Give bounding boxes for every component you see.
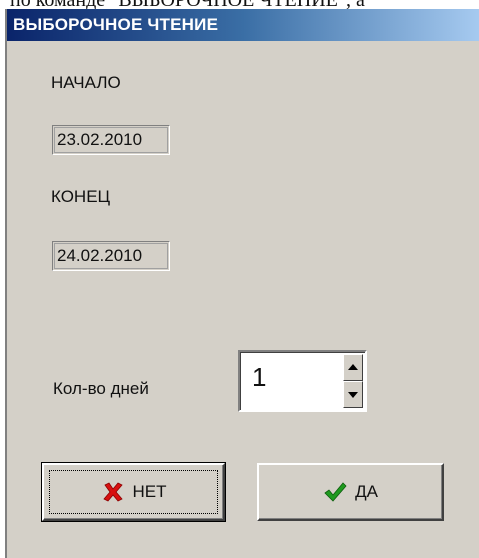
days-count-spinner[interactable]: 1: [238, 350, 367, 412]
window-title: ВЫБОРОЧНОЕ ЧТЕНИЕ: [13, 15, 219, 34]
green-check-icon: [324, 482, 347, 502]
start-date-field[interactable]: 23.02.2010: [52, 125, 170, 155]
red-x-icon: [102, 482, 123, 502]
start-label: НАЧАЛО: [51, 73, 121, 92]
spin-down-button[interactable]: [343, 381, 363, 408]
no-button[interactable]: НЕТ: [41, 462, 226, 522]
yes-button[interactable]: ДА: [257, 463, 444, 521]
dialog-window: ВЫБОРОЧНОЕ ЧТЕНИЕ НАЧАЛО 23.02.2010 КОНЕ…: [5, 9, 479, 558]
title-bar[interactable]: ВЫБОРОЧНОЕ ЧТЕНИЕ: [7, 9, 479, 41]
days-count-label: Кол-во дней: [53, 379, 149, 398]
no-button-label: НЕТ: [132, 482, 167, 501]
end-date-field[interactable]: 24.02.2010: [52, 241, 170, 271]
arrow-up-icon: [348, 364, 358, 370]
days-count-value[interactable]: 1: [252, 362, 266, 393]
page: по команде "ВЫБОРОЧНОЕ ЧТЕНИЕ", а ВЫБОРО…: [0, 0, 479, 558]
arrow-down-icon: [348, 392, 358, 398]
yes-button-label: ДА: [355, 482, 378, 501]
end-label: КОНЕЦ: [51, 187, 111, 206]
spin-up-button[interactable]: [343, 354, 363, 381]
